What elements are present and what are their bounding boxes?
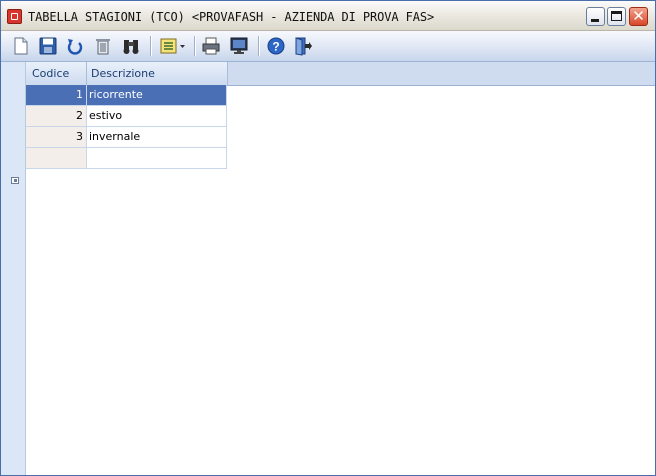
cell-descrizione[interactable]: estivo — [87, 106, 227, 126]
window-title: TABELLA STAGIONI (TCO) <PROVAFASH - AZIE… — [28, 10, 435, 24]
print-icon[interactable] — [201, 36, 221, 56]
help-icon[interactable]: ? — [266, 36, 286, 56]
close-icon: ✕ — [632, 7, 645, 25]
close-button[interactable]: ✕ — [629, 7, 648, 26]
cell-codice[interactable]: 1 — [26, 85, 87, 105]
svg-text:?: ? — [272, 40, 279, 54]
maximize-button[interactable] — [607, 7, 626, 26]
minimize-button[interactable] — [586, 7, 605, 26]
cell-codice[interactable]: 3 — [26, 127, 87, 147]
exit-icon[interactable] — [293, 36, 313, 56]
row-indicator-column — [1, 62, 26, 475]
title-bar[interactable]: TABELLA STAGIONI (TCO) <PROVAFASH - AZIE… — [1, 1, 655, 31]
app-icon[interactable] — [7, 9, 22, 24]
table-row[interactable]: 1 ricorrente — [26, 85, 227, 106]
application-window: TABELLA STAGIONI (TCO) <PROVAFASH - AZIE… — [0, 0, 656, 476]
new-document-icon[interactable] — [11, 36, 31, 56]
toolbar-separator — [150, 36, 152, 56]
cell-descrizione[interactable] — [87, 148, 227, 168]
toolbar: ? — [1, 31, 655, 62]
current-row-icon — [11, 177, 19, 184]
column-header-descrizione[interactable]: Descrizione — [87, 62, 228, 85]
column-header-codice[interactable]: Codice — [26, 62, 87, 85]
cell-descrizione[interactable]: ricorrente — [87, 85, 227, 105]
table-row[interactable]: 3 invernale — [26, 127, 227, 148]
new-record-row[interactable] — [26, 148, 227, 169]
grid-header: Codice Descrizione — [26, 62, 655, 86]
toolbar-separator — [258, 36, 260, 56]
cell-codice[interactable] — [26, 148, 87, 168]
table-row[interactable]: 2 estivo — [26, 106, 227, 127]
preview-icon[interactable] — [229, 36, 249, 56]
save-icon[interactable] — [38, 36, 58, 56]
delete-icon[interactable] — [93, 36, 113, 56]
cell-codice[interactable]: 2 — [26, 106, 87, 126]
undo-icon[interactable] — [65, 36, 85, 56]
view-options-icon[interactable] — [159, 36, 187, 56]
toolbar-separator — [194, 36, 196, 56]
find-icon[interactable] — [121, 36, 141, 56]
cell-descrizione[interactable]: invernale — [87, 127, 227, 147]
grid-body: 1 ricorrente 2 estivo 3 invernale — [26, 85, 227, 169]
